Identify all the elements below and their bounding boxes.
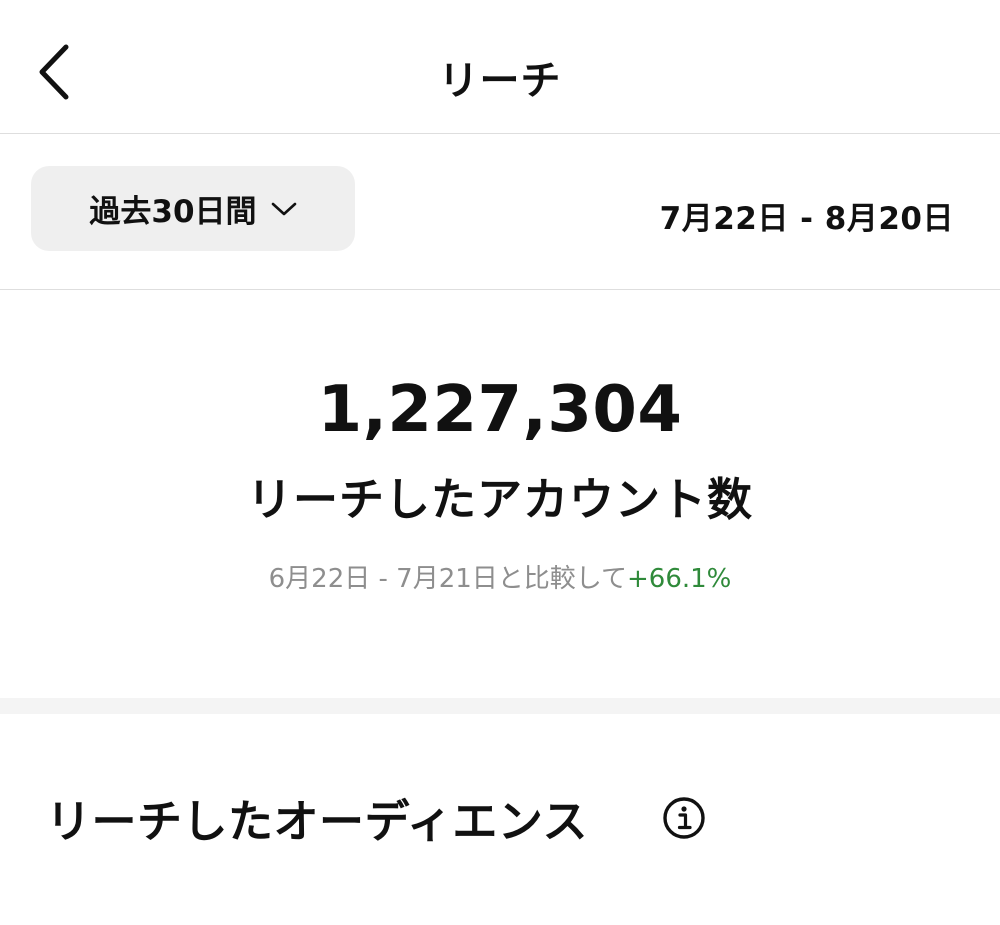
section-divider (0, 698, 1000, 714)
date-range: 7月22日 - 8月20日 (659, 201, 954, 237)
chevron-down-icon (271, 202, 296, 215)
reach-insights-screen: リーチ 過去30日間 7月22日 - 8月20日 1,227,304 リーチした… (0, 0, 1000, 925)
metric-label: リーチしたアカウント数 (246, 473, 753, 526)
audience-section-title: リーチしたオーディエンス (46, 795, 588, 848)
comparison-period: 6月22日 - 7月21日と比較して (268, 564, 627, 594)
info-icon (663, 797, 705, 839)
comparison-text: 6月22日 - 7月21日と比較して+66.1% (0, 558, 1000, 595)
info-button[interactable] (662, 796, 706, 840)
period-dropdown[interactable]: 過去30日間 (31, 166, 355, 251)
metric-value: 1,227,304 (317, 373, 683, 447)
page-title: リーチ (438, 58, 562, 104)
header: リーチ (0, 0, 1000, 134)
reach-metric: 1,227,304 リーチしたアカウント数 6月22日 - 7月21日と比較して… (0, 291, 1000, 698)
filter-row: 過去30日間 7月22日 - 8月20日 (0, 135, 1000, 290)
period-label: 過去30日間 (89, 194, 257, 230)
change-percentage: +66.1% (627, 564, 732, 594)
